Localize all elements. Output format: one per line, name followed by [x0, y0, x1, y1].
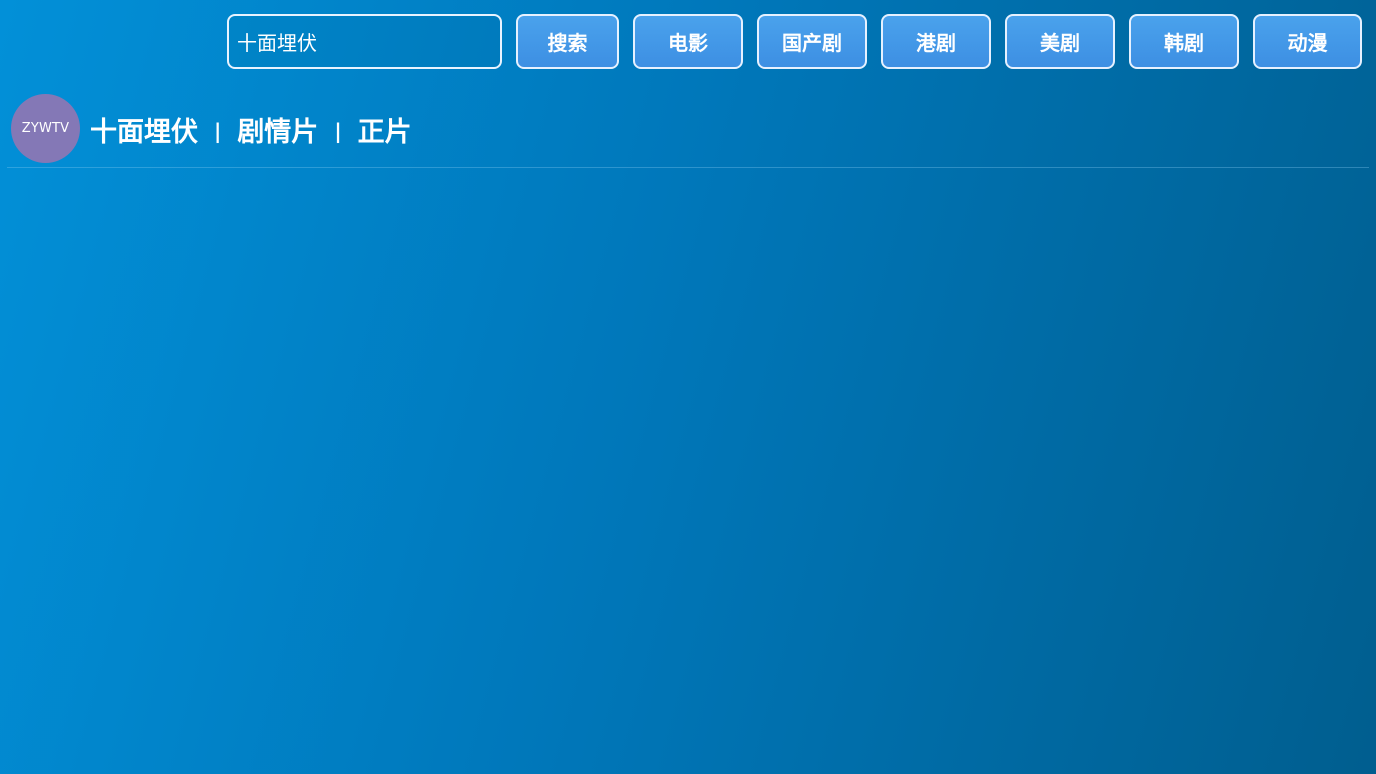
- result-status: 正片: [357, 116, 412, 148]
- category-button-domestic-drama[interactable]: 国产剧: [757, 14, 867, 69]
- top-bar: 搜索 电影 国产剧 港剧 美剧 韩剧 动漫: [0, 0, 1376, 84]
- search-button[interactable]: 搜索: [516, 14, 619, 69]
- category-button-movie[interactable]: 电影: [633, 14, 743, 69]
- result-name: 十面埋伏: [90, 116, 198, 148]
- separator: |: [334, 119, 342, 143]
- avatar-label: ZYWTV: [21, 121, 70, 136]
- category-button-anime[interactable]: 动漫: [1253, 14, 1362, 69]
- result-title: 十面埋伏 | 剧情片 | 正片: [90, 109, 412, 149]
- search-input[interactable]: [227, 14, 502, 69]
- separator: |: [214, 119, 222, 143]
- result-genre: 剧情片: [237, 116, 319, 148]
- category-button-korean-drama[interactable]: 韩剧: [1129, 14, 1239, 69]
- result-list-item[interactable]: ZYWTV 十面埋伏 | 剧情片 | 正片: [7, 90, 1369, 168]
- category-button-us-drama[interactable]: 美剧: [1005, 14, 1115, 69]
- category-button-hk-drama[interactable]: 港剧: [881, 14, 991, 69]
- source-avatar: ZYWTV: [11, 94, 80, 163]
